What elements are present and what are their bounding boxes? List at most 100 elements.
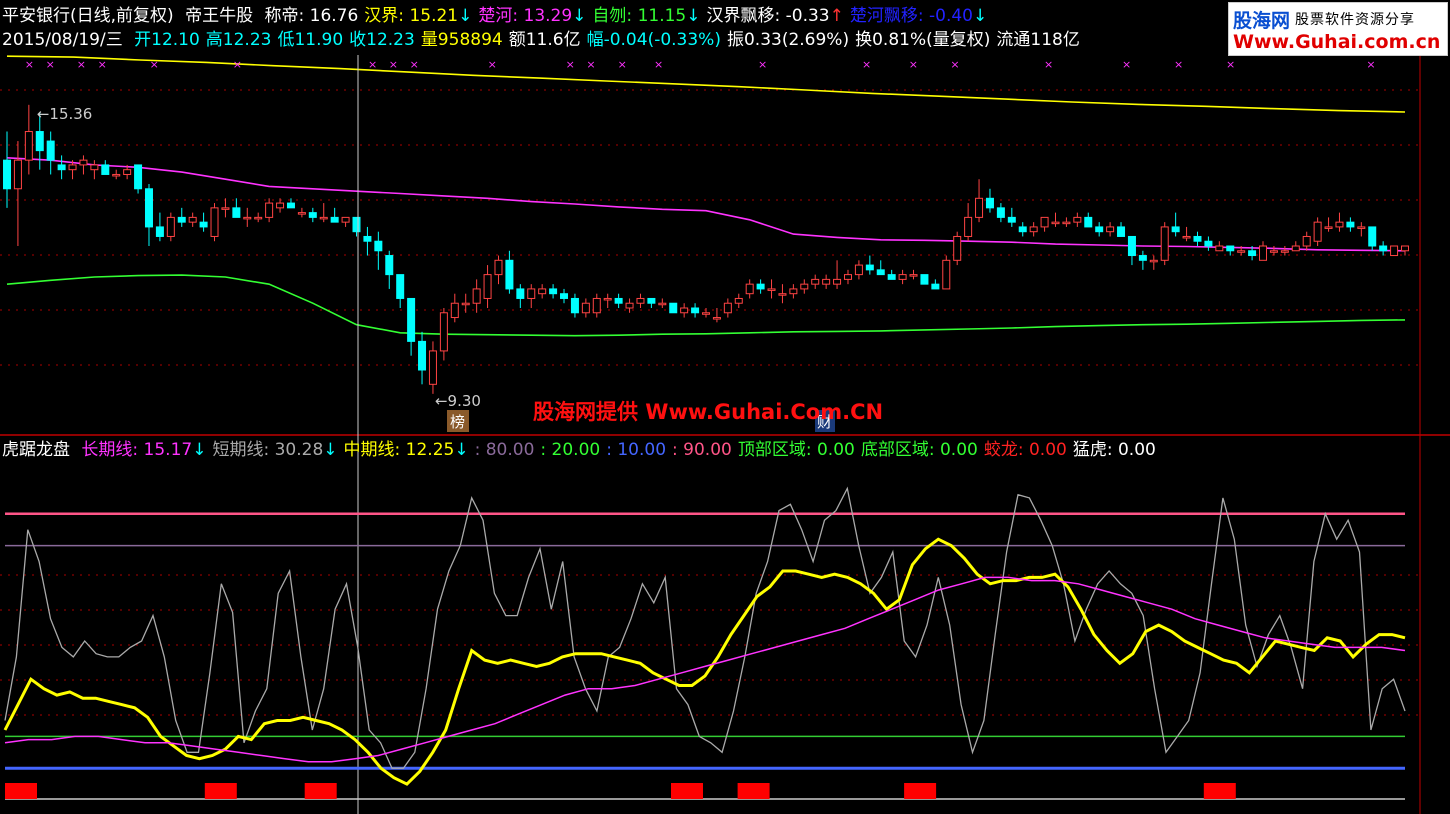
header3-value: 12.25 [405, 440, 455, 460]
signal-marker: × [618, 58, 627, 71]
candle-body [221, 207, 230, 210]
header3-item: 底部区域: [860, 440, 940, 460]
candle-body [898, 274, 907, 280]
candle-body [1357, 226, 1366, 229]
indicator-header: 虎踞龙盘 长期线: 15.17↓ 短期线: 30.28↓ 中期线: 12.25↓: … [2, 440, 1156, 460]
candle-body [1291, 245, 1300, 252]
candle-body [210, 207, 219, 237]
header3-arrow: ↓ [192, 440, 207, 460]
header2-item: 低11.90 [277, 30, 344, 50]
candle-body [854, 264, 863, 276]
candle-body [549, 288, 558, 295]
signal-marker: × [1044, 58, 1053, 71]
header3-value: 30.28 [274, 440, 324, 460]
header1-arrow: ↓ [686, 6, 701, 26]
signal-marker: × [25, 58, 34, 71]
candle-body [887, 274, 896, 280]
candle-body [1029, 226, 1038, 233]
candle-body [527, 288, 536, 299]
header1-value: -0.33 [785, 6, 830, 26]
header2-item: 收12.23 [349, 30, 415, 50]
signal-marker: × [46, 58, 55, 71]
signal-marker: × [1366, 58, 1375, 71]
candle-body [822, 278, 831, 285]
candle-body [428, 350, 437, 385]
candle-body [1379, 245, 1388, 252]
candle-body [1324, 226, 1333, 229]
price-header: 平安银行(日线,前复权) 帝王牛股 称帝: 16.76 汉界: 15.21↓ 楚河:… [2, 6, 987, 26]
candle-body [57, 164, 66, 171]
watermark-text: 股海网提供 Www.Guhai.Com.CN [533, 400, 884, 424]
candle-body [177, 216, 186, 223]
header1-value: 13.29 [523, 6, 573, 26]
signal-block [737, 783, 770, 799]
candle-body [931, 283, 940, 290]
candle-body [483, 274, 492, 299]
candle-body [1226, 245, 1235, 252]
signal-block [304, 783, 337, 799]
signal-marker: × [909, 58, 918, 71]
candle-body [756, 283, 765, 290]
candle-body [505, 259, 514, 290]
logo-slogan: 股票软件资源分享 [1295, 12, 1415, 28]
list-tag: 榜 [450, 413, 465, 431]
signal-marker: × [150, 58, 159, 71]
candle-body [603, 297, 612, 301]
candle-body [35, 131, 44, 152]
candle-body [1368, 226, 1377, 247]
header2-item: 振0.33(2.69%) [726, 30, 850, 50]
candle-body [385, 255, 394, 276]
candle-body [560, 293, 569, 299]
candle-body [843, 274, 852, 280]
indicator-line-中期线 [3, 537, 1406, 786]
candle-body [833, 278, 842, 285]
signal-marker: × [586, 58, 595, 71]
candle-body [418, 340, 427, 371]
candle-body [13, 159, 22, 190]
candle-body [614, 297, 623, 304]
site-logo: 股海网 股票软件资源分享 Www.Guhai.com.cn [1228, 2, 1448, 56]
header1-arrow: ↓ [572, 6, 587, 26]
price-line-汉界 [6, 55, 1406, 113]
bar-date: 2015/08/19/三 [2, 30, 123, 50]
candle-body [1051, 221, 1060, 225]
candle-body [778, 293, 787, 296]
candle-body [297, 212, 306, 215]
candle-body [79, 159, 88, 166]
header2-item: 幅-0.04(-0.33%) [586, 30, 721, 50]
candle-body [1084, 216, 1093, 228]
header3-item: 顶部区域: [737, 440, 817, 460]
candle-body [581, 302, 590, 314]
candle-body [90, 164, 99, 171]
candle-body [1204, 240, 1213, 247]
header3-value: 20.00 [551, 440, 601, 460]
candle-body [1401, 245, 1409, 252]
candle-body [712, 317, 721, 320]
header1-arrow: ↓ [458, 6, 473, 26]
candle-body [276, 202, 285, 209]
candle-body [330, 216, 339, 223]
header1-value: 15.21 [409, 6, 459, 26]
candle-body [942, 259, 951, 290]
stock-name: 平安银行(日线,前复权) [2, 6, 174, 26]
candle-body [232, 207, 241, 218]
signal-marker: × [389, 58, 398, 71]
candle-body [265, 202, 274, 218]
candle-body [734, 297, 743, 304]
candle-body [658, 302, 667, 306]
candle-body [1171, 226, 1180, 233]
header3-arrow: ↓ [323, 440, 338, 460]
header1-value: 16.76 [309, 6, 359, 26]
candle-body [1248, 250, 1257, 257]
header2-item: 换0.81%(量复权) [855, 30, 991, 50]
formula-name: 帝王牛股 [185, 6, 254, 26]
header3-item: 猛虎: [1072, 440, 1118, 460]
candle-body [1007, 216, 1016, 223]
candle-body [166, 216, 175, 237]
candle-body [636, 297, 645, 304]
candle-body [1302, 235, 1311, 247]
header3-value: 15.17 [143, 440, 193, 460]
candle-body [811, 278, 820, 285]
signal-block [671, 783, 703, 799]
signal-marker: × [410, 58, 419, 71]
